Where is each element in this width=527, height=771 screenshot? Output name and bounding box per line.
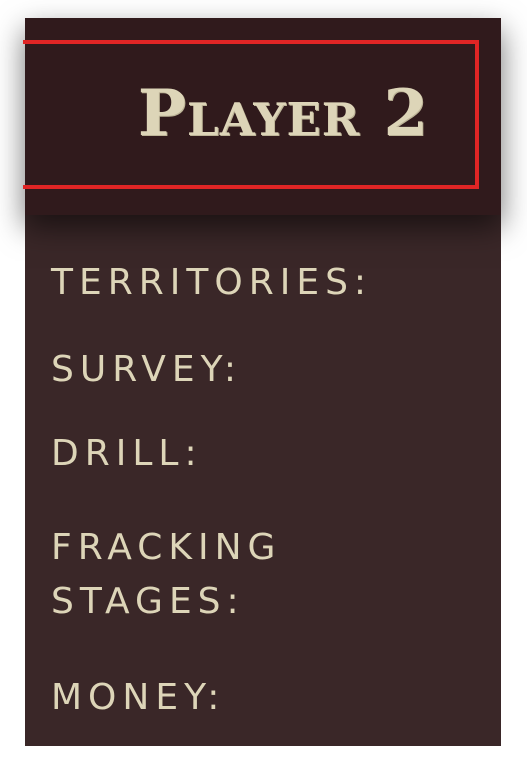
player-header: Player 2	[23, 18, 501, 215]
drill-label: DRILL:	[51, 433, 203, 474]
survey-label: SURVEY:	[51, 349, 242, 390]
territories-label: TERRITORIES:	[51, 262, 373, 303]
player-title: Player 2	[137, 76, 429, 151]
money-label: MONEY:	[51, 677, 226, 718]
fracking-stages-label-line2: STAGES:	[51, 581, 245, 622]
fracking-stages-label-line1: FRACKING	[51, 527, 282, 568]
player-panel: Player 2 TERRITORIES: SURVEY: DRILL: FRA…	[23, 18, 501, 746]
